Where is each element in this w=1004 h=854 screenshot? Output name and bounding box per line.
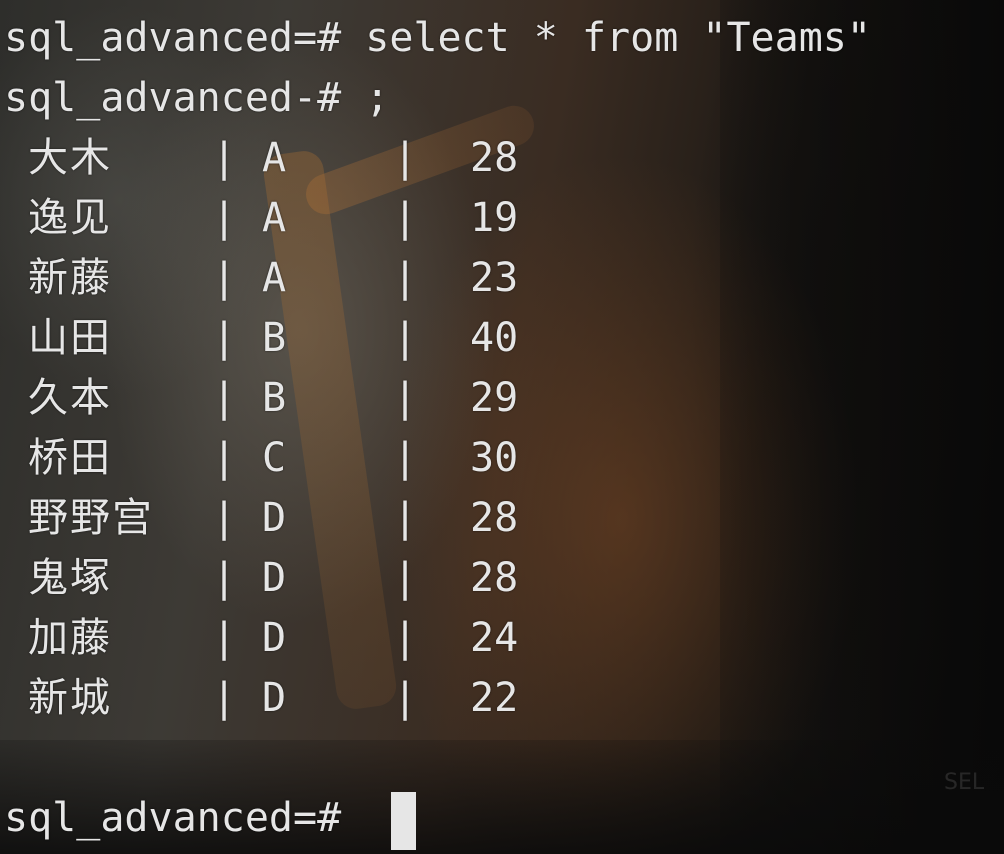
- cell-separator: |: [212, 195, 237, 241]
- cell-age: 23: [470, 255, 519, 301]
- cell-separator: |: [393, 435, 418, 481]
- cell-age: 40: [470, 315, 519, 361]
- background-watermark: SEL: [944, 770, 985, 795]
- cell-name: 新城: [28, 675, 112, 721]
- cell-name: 鬼塚: [28, 555, 112, 601]
- table-row: 加藤 | D | 24: [0, 608, 600, 668]
- cell-team: A: [262, 255, 287, 301]
- cell-separator: |: [212, 495, 237, 541]
- cell-age: 30: [470, 435, 519, 481]
- cell-age: 28: [470, 495, 519, 541]
- cell-separator: |: [393, 555, 418, 601]
- cell-age: 28: [470, 555, 519, 601]
- cell-separator: |: [393, 195, 418, 241]
- table-row: 山田 | B | 40: [0, 308, 600, 368]
- table-row: 大木 | A | 28: [0, 128, 600, 188]
- cell-separator: |: [212, 255, 237, 301]
- cell-team: D: [262, 615, 287, 661]
- command-line-continuation: sql_advanced-# ;: [4, 75, 390, 121]
- cell-team: D: [262, 495, 287, 541]
- table-row: 桥田 | C | 30: [0, 428, 600, 488]
- cell-separator: |: [393, 375, 418, 421]
- cell-team: B: [262, 375, 287, 421]
- cell-age: 29: [470, 375, 519, 421]
- cell-age: 28: [470, 135, 519, 181]
- table-row: 久本 | B | 29: [0, 368, 600, 428]
- table-row: 逸见 | A | 19: [0, 188, 600, 248]
- cell-separator: |: [393, 675, 418, 721]
- table-row: 新藤 | A | 23: [0, 248, 600, 308]
- table-row: 新城 | D | 22: [0, 668, 600, 728]
- cell-name: 久本: [28, 375, 112, 421]
- cell-separator: |: [393, 615, 418, 661]
- cell-separator: |: [212, 315, 237, 361]
- cell-age: 22: [470, 675, 519, 721]
- cell-separator: |: [212, 615, 237, 661]
- cell-team: D: [262, 555, 287, 601]
- cell-separator: |: [393, 135, 418, 181]
- cell-separator: |: [212, 375, 237, 421]
- cell-name: 桥田: [28, 435, 112, 481]
- command-line-select: sql_advanced=# select * from "Teams": [4, 15, 871, 61]
- table-row: 野野宫 | D | 28: [0, 488, 600, 548]
- cell-separator: |: [212, 555, 237, 601]
- cell-name: 野野宫: [28, 495, 154, 541]
- cell-name: 大木: [28, 135, 112, 181]
- cell-name: 逸见: [28, 195, 112, 241]
- cell-separator: |: [212, 435, 237, 481]
- command-prompt: sql_advanced=#: [4, 795, 366, 841]
- cell-separator: |: [393, 495, 418, 541]
- cell-age: 19: [470, 195, 519, 241]
- cell-separator: |: [212, 675, 237, 721]
- cell-separator: |: [212, 135, 237, 181]
- cell-age: 24: [470, 615, 519, 661]
- cell-name: 新藤: [28, 255, 112, 301]
- cell-separator: |: [393, 315, 418, 361]
- cell-name: 加藤: [28, 615, 112, 661]
- cell-team: C: [262, 435, 287, 481]
- table-row: 鬼塚 | D | 28: [0, 548, 600, 608]
- cell-team: D: [262, 675, 287, 721]
- terminal-window[interactable]: SEL sql_advanced=# select * from "Teams"…: [0, 0, 1004, 854]
- cell-team: A: [262, 135, 287, 181]
- text-cursor[interactable]: [391, 792, 416, 850]
- background-figure: [720, 0, 1004, 854]
- cell-team: B: [262, 315, 287, 361]
- cell-separator: |: [393, 255, 418, 301]
- cell-team: A: [262, 195, 287, 241]
- cell-name: 山田: [28, 315, 112, 361]
